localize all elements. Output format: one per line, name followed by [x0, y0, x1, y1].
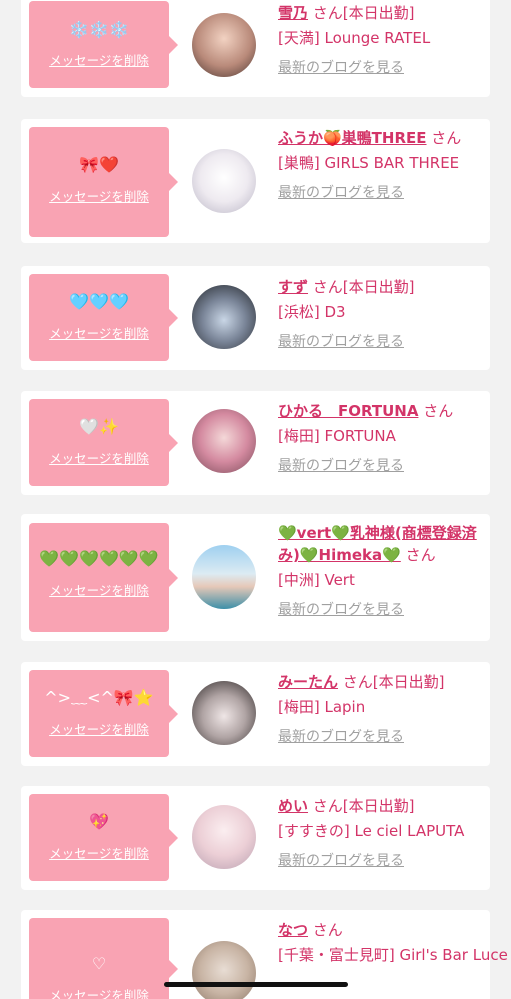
name-suffix: さん[本日出勤] [312, 278, 415, 296]
latest-blog-link[interactable]: 最新のブログを見る [278, 58, 483, 78]
avatar[interactable] [192, 941, 256, 999]
list-item: 💖 メッセージを削除 めい さん[本日出勤] [すすきの] Le ciel LA… [21, 786, 490, 890]
cast-name-link[interactable]: ふうか🍑巣鴨THREE [278, 129, 427, 147]
latest-blog-link[interactable]: 最新のブログを見る [278, 183, 483, 203]
latest-blog-link[interactable]: 最新のブログを見る [278, 456, 483, 476]
avatar[interactable] [192, 13, 256, 77]
name-suffix: さん [312, 921, 343, 939]
name-suffix: さん [405, 546, 436, 564]
avatar[interactable] [192, 409, 256, 473]
avatar[interactable] [192, 545, 256, 609]
avatar[interactable] [192, 805, 256, 869]
message-text: 🎀❤️ [79, 155, 119, 174]
name-suffix: さん[本日出勤] [342, 673, 445, 691]
shop-label: [梅田] Lapin [278, 698, 366, 716]
message-text: ❄️❄️❄️ [69, 20, 129, 39]
shop-label: [梅田] FORTUNA [278, 427, 396, 445]
shop-label: [天満] Lounge RATEL [278, 29, 431, 47]
cast-name-link[interactable]: 雪乃 [278, 4, 308, 22]
name-suffix: さん [431, 129, 462, 147]
delete-message-link[interactable]: メッセージを削除 [29, 846, 169, 862]
cast-name-link[interactable]: みーたん [278, 673, 338, 691]
avatar[interactable] [192, 285, 256, 349]
message-text: 💚💚💚💚💚💚 [39, 549, 159, 568]
message-list: ❄️❄️❄️ メッセージを削除 雪乃 さん[本日出勤] [天満] Lounge … [0, 0, 511, 999]
item-info: 雪乃 さん[本日出勤] [天満] Lounge RATEL 最新のブログを見る [278, 2, 483, 78]
name-suffix: さん[本日出勤] [312, 4, 415, 22]
delete-message-link[interactable]: メッセージを削除 [29, 326, 169, 342]
item-info: みーたん さん[本日出勤] [梅田] Lapin 最新のブログを見る [278, 671, 483, 747]
item-info: すず さん[本日出勤] [浜松] D3 最新のブログを見る [278, 276, 483, 352]
avatar[interactable] [192, 681, 256, 745]
list-item: ❄️❄️❄️ メッセージを削除 雪乃 さん[本日出勤] [天満] Lounge … [21, 0, 490, 97]
shop-label: [中洲] Vert [278, 571, 355, 589]
shop-label: [浜松] D3 [278, 303, 346, 321]
cast-name-link[interactable]: めい [278, 797, 308, 815]
avatar[interactable] [192, 149, 256, 213]
list-item: 🤍✨ メッセージを削除 ひかる FORTUNA さん [梅田] FORTUNA … [21, 391, 490, 495]
message-text: 🤍✨ [79, 417, 119, 436]
delete-message-link[interactable]: メッセージを削除 [29, 988, 169, 999]
item-info: めい さん[本日出勤] [すすきの] Le ciel LAPUTA 最新のブログ… [278, 795, 483, 871]
shop-label: [巣鴨] GIRLS BAR THREE [278, 154, 460, 172]
latest-blog-link[interactable]: 最新のブログを見る [278, 727, 483, 747]
list-item: 🎀❤️ メッセージを削除 ふうか🍑巣鴨THREE さん [巣鴨] GIRLS B… [21, 119, 490, 243]
latest-blog-link[interactable]: 最新のブログを見る [278, 851, 483, 871]
delete-message-link[interactable]: メッセージを削除 [29, 189, 169, 205]
cast-name-link[interactable]: 💚vert💚乳神様(商標登録済み)💚Himeka💚 [278, 524, 477, 564]
message-text: 🩵🩵🩵 [69, 292, 129, 311]
message-text: 💖 [89, 812, 109, 831]
item-info: なつ さん [千葉・富士見町] Girl's Bar Luce [278, 919, 508, 966]
delete-message-link[interactable]: メッセージを削除 [29, 451, 169, 467]
item-info: 💚vert💚乳神様(商標登録済み)💚Himeka💚 さん [中洲] Vert 最… [278, 522, 483, 620]
message-bubble: 🎀❤️ メッセージを削除 [29, 127, 178, 237]
message-bubble: ♡ メッセージを削除 [29, 918, 178, 999]
list-item: 💚💚💚💚💚💚 メッセージを削除 💚vert💚乳神様(商標登録済み)💚Himeka… [21, 514, 490, 641]
name-suffix: さん[本日出勤] [312, 797, 415, 815]
delete-message-link[interactable]: メッセージを削除 [29, 583, 169, 599]
shop-label: [千葉・富士見町] Girl's Bar Luce [278, 946, 508, 964]
message-bubble: ❄️❄️❄️ メッセージを削除 [29, 1, 178, 88]
name-suffix: さん [423, 402, 454, 420]
message-bubble: 💖 メッセージを削除 [29, 794, 178, 881]
message-text: ♡ [91, 954, 107, 973]
latest-blog-link[interactable]: 最新のブログを見る [278, 600, 483, 620]
latest-blog-link[interactable]: 最新のブログを見る [278, 332, 483, 352]
message-text: ^>﹏<^🎀⭐ [44, 688, 154, 707]
cast-name-link[interactable]: なつ [278, 921, 308, 939]
delete-message-link[interactable]: メッセージを削除 [29, 722, 169, 738]
message-bubble: 🩵🩵🩵 メッセージを削除 [29, 274, 178, 361]
message-bubble: 🤍✨ メッセージを削除 [29, 399, 178, 486]
list-item: ^>﹏<^🎀⭐ メッセージを削除 みーたん さん[本日出勤] [梅田] Lapi… [21, 662, 490, 766]
shop-label: [すすきの] Le ciel LAPUTA [278, 822, 465, 840]
item-info: ふうか🍑巣鴨THREE さん [巣鴨] GIRLS BAR THREE 最新のブ… [278, 127, 483, 203]
item-info: ひかる FORTUNA さん [梅田] FORTUNA 最新のブログを見る [278, 400, 483, 476]
home-indicator[interactable] [164, 982, 348, 987]
cast-name-link[interactable]: すず [278, 278, 308, 296]
message-bubble: ^>﹏<^🎀⭐ メッセージを削除 [29, 670, 178, 757]
message-bubble: 💚💚💚💚💚💚 メッセージを削除 [29, 523, 178, 632]
delete-message-link[interactable]: メッセージを削除 [29, 53, 169, 69]
cast-name-link[interactable]: ひかる FORTUNA [278, 402, 418, 420]
list-item: 🩵🩵🩵 メッセージを削除 すず さん[本日出勤] [浜松] D3 最新のブログを… [21, 266, 490, 370]
